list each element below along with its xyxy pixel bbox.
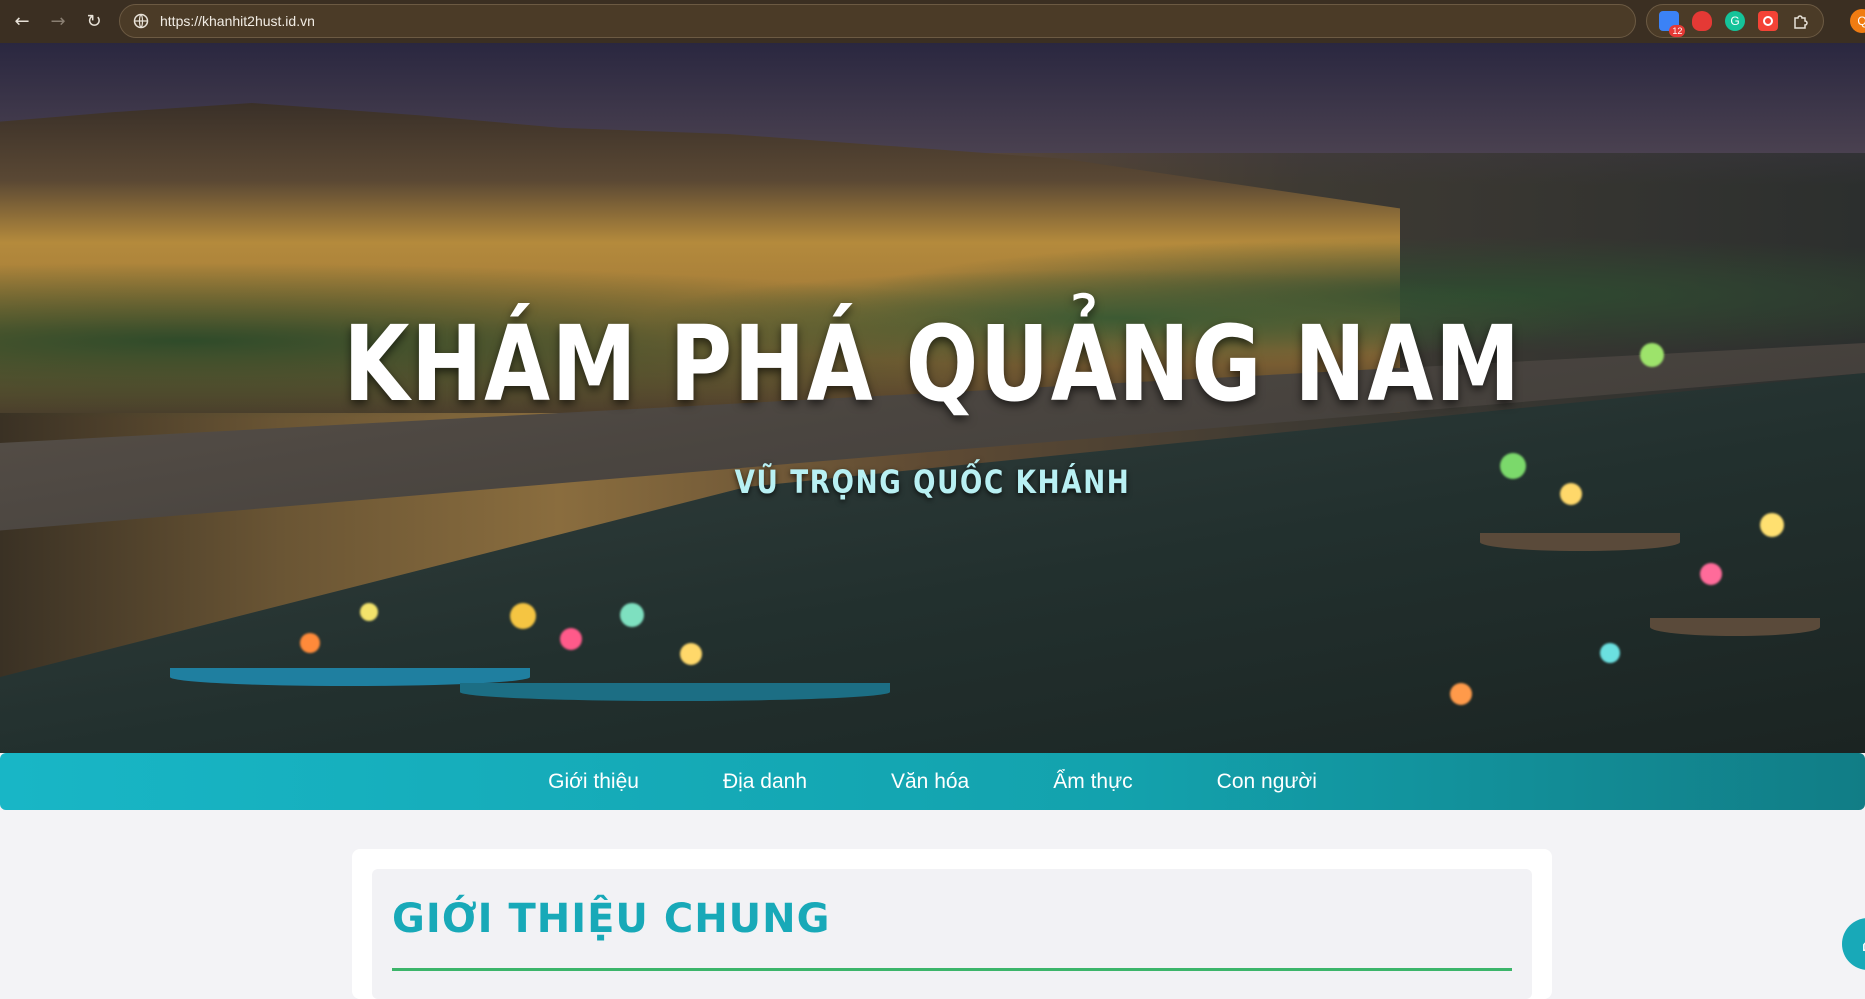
lantern (680, 643, 702, 665)
tab-manager-icon[interactable]: 12 (1659, 11, 1686, 37)
arrow-left-icon: ← (14, 11, 30, 32)
reload-icon: ↻ (86, 11, 102, 32)
nav-item-con-nguoi[interactable]: Con người (1175, 770, 1359, 794)
section-title: GIỚI THIỆU CHUNG (392, 896, 831, 942)
lantern (1450, 683, 1472, 705)
section-divider (392, 968, 1512, 971)
puzzle-icon[interactable] (1791, 11, 1811, 31)
home-icon: ⌂ (1862, 932, 1865, 956)
nav-item-van-hoa[interactable]: Văn hóa (849, 770, 1011, 794)
tab-count-badge: 12 (1669, 25, 1686, 37)
boat (1480, 533, 1680, 551)
extensions-bar: 12 G (1646, 4, 1824, 38)
nav-item-dia-danh[interactable]: Địa danh (681, 770, 849, 794)
record-dot (1762, 16, 1773, 26)
hero-title: KHÁM PHÁ QUẢNG NAM (343, 303, 1522, 425)
lantern (1700, 563, 1722, 585)
arrow-right-icon: → (50, 11, 66, 32)
hero-subtitle: VŨ TRỌNG QUỐC KHÁNH (734, 463, 1131, 501)
scroll-top-button[interactable]: ⌂ (1842, 918, 1865, 970)
adblock-icon[interactable] (1692, 11, 1713, 31)
hero-banner: KHÁM PHÁ QUẢNG NAM VŨ TRỌNG QUỐC KHÁNH (0, 43, 1865, 753)
forward-button[interactable]: → (40, 4, 76, 40)
lantern (360, 603, 378, 621)
back-button[interactable]: ← (4, 4, 40, 40)
lantern (1760, 513, 1784, 537)
site-info-icon[interactable] (132, 12, 150, 30)
grammarly-icon[interactable]: G (1724, 11, 1745, 31)
reload-button[interactable]: ↻ (76, 4, 112, 40)
record-icon[interactable] (1757, 11, 1778, 31)
boat (1650, 618, 1820, 636)
lantern (510, 603, 536, 629)
lantern (300, 633, 320, 653)
url-text: https://khanhit2hust.id.vn (160, 13, 315, 29)
address-bar[interactable]: https://khanhit2hust.id.vn (119, 4, 1636, 38)
nav-item-am-thuc[interactable]: Ẩm thực (1011, 770, 1174, 794)
lantern (620, 603, 644, 627)
boat (460, 683, 890, 701)
lantern (1600, 643, 1620, 663)
nav-item-gioi-thieu[interactable]: Giới thiệu (506, 770, 681, 794)
lantern (560, 628, 582, 650)
main-nav: Giới thiệu Địa danh Văn hóa Ẩm thực Con … (0, 753, 1865, 810)
